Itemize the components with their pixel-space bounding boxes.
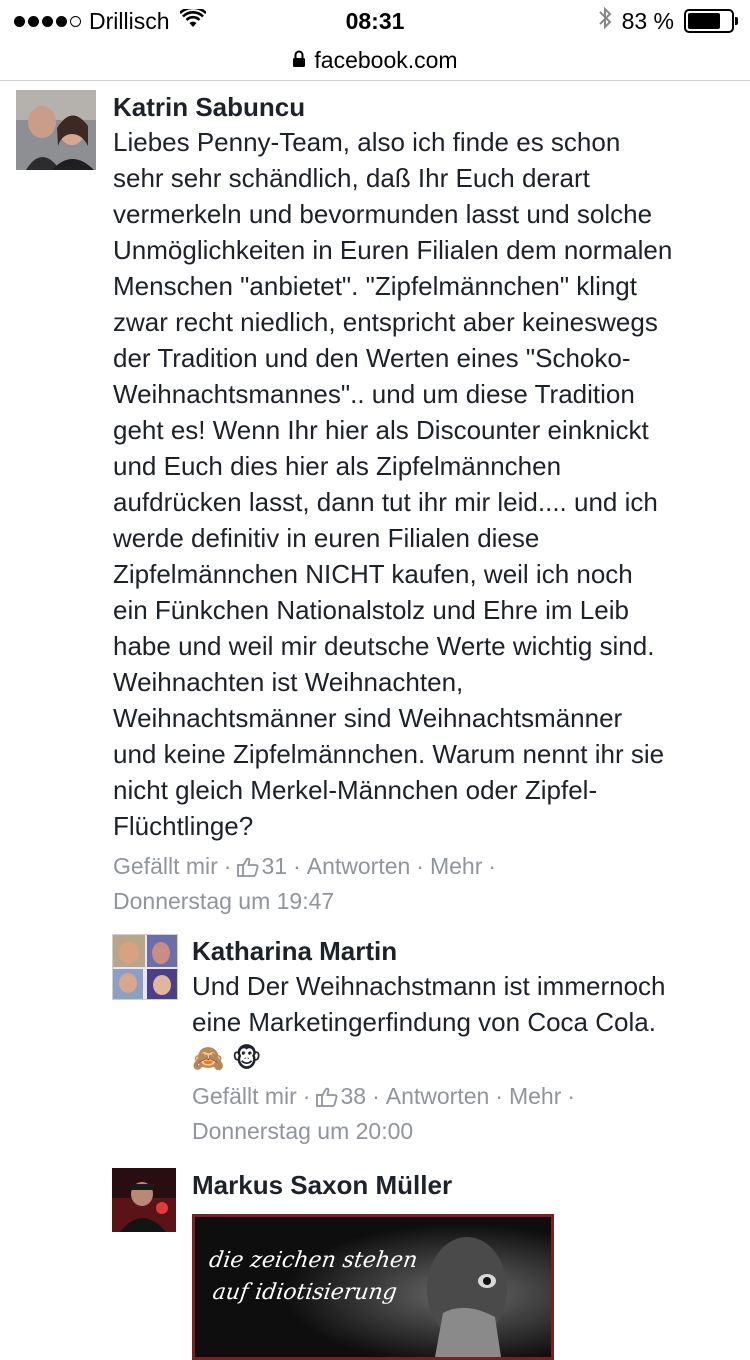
avatar[interactable] (112, 934, 178, 1000)
more-button[interactable]: Mehr (430, 853, 482, 879)
comment-author[interactable]: Markus Saxon Müller (192, 1168, 742, 1202)
attachment-caption: die zeichen stehen auf idiotisierung (207, 1248, 420, 1305)
comment-text: Und Der Weihnachstmann ist immernoch ein… (192, 971, 666, 1073)
comment-timestamp[interactable]: Donnerstag um 19:47 (113, 888, 334, 914)
battery-percent: 83 % (621, 7, 674, 34)
avatar[interactable] (16, 90, 96, 170)
status-bar: Drillisch 08:31 83 % (0, 0, 750, 40)
comment-timestamp[interactable]: Donnerstag um 20:00 (192, 1118, 413, 1144)
thumbs-up-icon (316, 1083, 338, 1115)
like-count[interactable]: 38 (316, 1083, 366, 1109)
url-text: facebook.com (314, 46, 458, 73)
reply-button[interactable]: Antworten (307, 853, 411, 879)
reply-button[interactable]: Antworten (386, 1083, 490, 1109)
comment-text: Liebes Penny-Team, also ich finde es sch… (113, 127, 673, 841)
comment-author[interactable]: Katrin Sabuncu (113, 90, 733, 124)
like-button[interactable]: Gefällt mir (192, 1083, 297, 1109)
attachment-image[interactable]: die zeichen stehen auf idiotisierung (192, 1214, 554, 1360)
comment-actions: Gefällt mir · 38 · Antworten · Mehr · Donnersta… (192, 1083, 576, 1144)
status-right: 83 % (598, 6, 738, 36)
avatar[interactable] (112, 1168, 176, 1232)
lock-icon (292, 47, 306, 74)
bluetooth-icon (598, 6, 612, 36)
thumbs-up-icon (237, 853, 259, 885)
comment-actions: Gefällt mir · 31 · Antworten · Mehr · Donnersta… (113, 853, 497, 914)
comment-author[interactable]: Katharina Martin (192, 934, 742, 968)
battery-icon (684, 9, 738, 33)
more-button[interactable]: Mehr (509, 1083, 561, 1109)
address-bar[interactable]: facebook.com (0, 40, 750, 81)
like-count[interactable]: 31 (237, 853, 287, 879)
like-button[interactable]: Gefällt mir (113, 853, 218, 879)
